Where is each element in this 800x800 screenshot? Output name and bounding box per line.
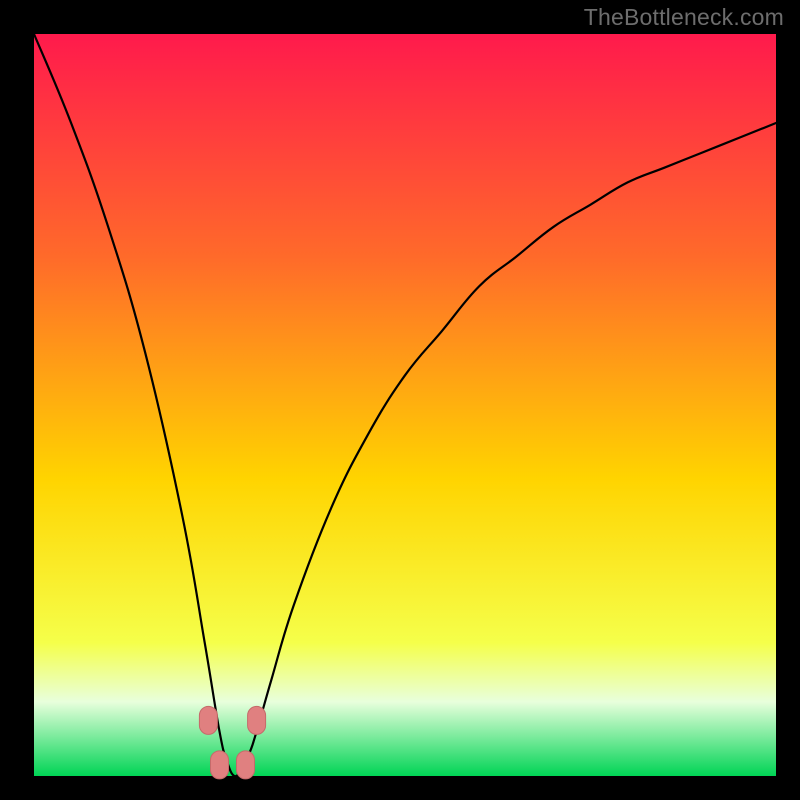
curve-marker — [199, 706, 217, 734]
watermark-text: TheBottleneck.com — [584, 4, 784, 31]
gradient-panel — [34, 34, 776, 776]
curve-marker — [237, 751, 255, 779]
chart-root: TheBottleneck.com — [0, 0, 800, 800]
curve-marker — [248, 706, 266, 734]
chart-canvas — [0, 0, 800, 800]
curve-marker — [211, 751, 229, 779]
